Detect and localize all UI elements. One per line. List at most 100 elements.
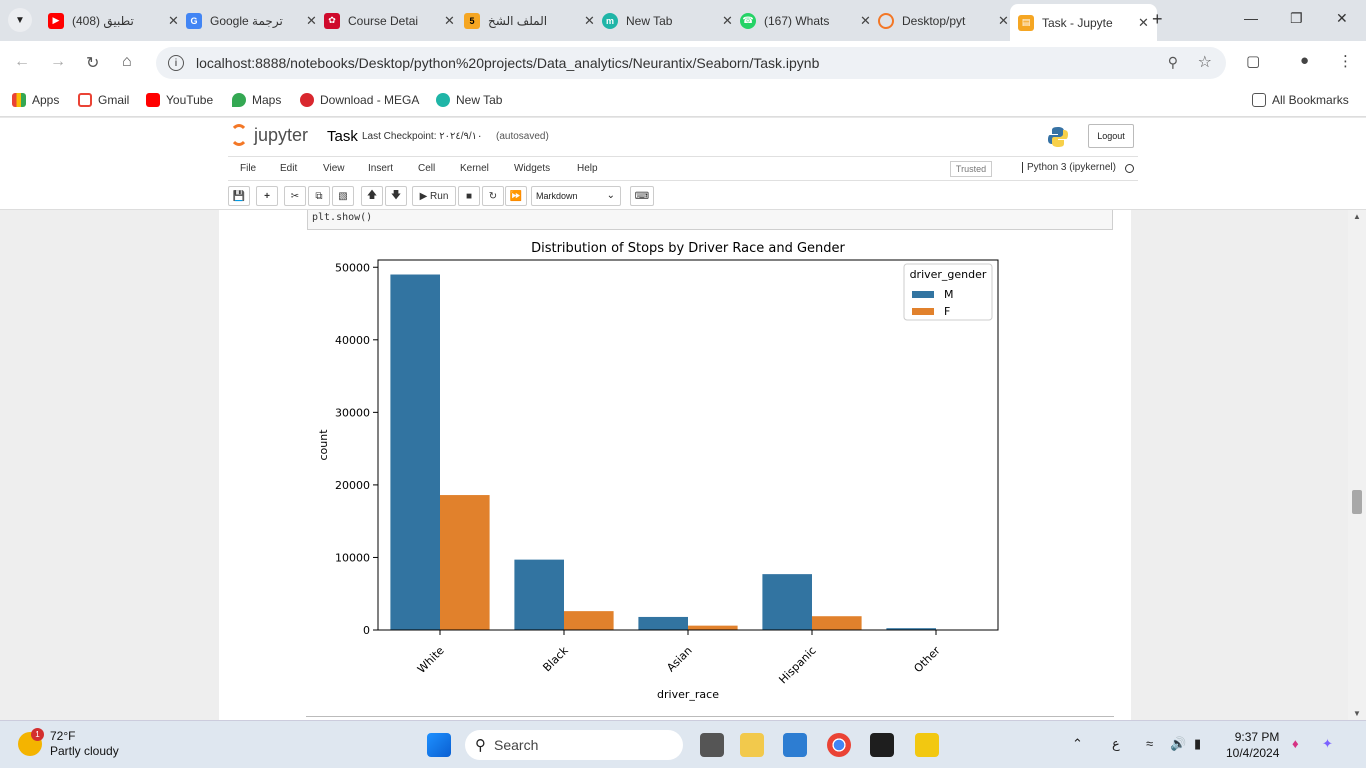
- menu-help[interactable]: Help: [577, 163, 598, 174]
- close-icon[interactable]: ✕: [860, 13, 871, 29]
- copilot-icon[interactable]: ✦: [1322, 736, 1333, 752]
- interrupt-button[interactable]: ■: [458, 186, 480, 206]
- close-window-icon[interactable]: ✕: [1336, 10, 1348, 27]
- python-logo-icon: [1048, 127, 1068, 147]
- bookmark-youtube[interactable]: YouTube: [146, 93, 213, 107]
- close-icon[interactable]: ✕: [584, 13, 595, 29]
- tab-desktop[interactable]: Desktop/pyt ✕: [878, 4, 1009, 37]
- folder-icon: [1252, 93, 1266, 107]
- zoom-icon[interactable]: ⚲: [1168, 54, 1178, 71]
- minimize-icon[interactable]: —: [1244, 10, 1258, 26]
- close-icon[interactable]: ✕: [168, 13, 179, 29]
- insert-cell-button[interactable]: +: [256, 186, 278, 206]
- scroll-up-icon[interactable]: ▲: [1353, 212, 1361, 221]
- notebook-title[interactable]: Task: [327, 128, 358, 145]
- tab-profile[interactable]: 5 الملف الشخ ✕: [464, 4, 595, 37]
- tab-task-jupyter[interactable]: ▤ Task - Jupyte ✕: [1010, 4, 1157, 41]
- menu-cell[interactable]: Cell: [418, 163, 435, 174]
- bookmark-mega[interactable]: Download - MEGA: [300, 93, 419, 107]
- tab-whatsapp[interactable]: ☎ (167) Whats ✕: [740, 4, 871, 37]
- task-view-icon[interactable]: [700, 733, 724, 757]
- reload-icon[interactable]: ↻: [86, 53, 99, 73]
- back-icon[interactable]: ←: [14, 53, 30, 71]
- jupyter-header: jupyter Task Last Checkpoint: ٢٠٢٤/٩/١٠ …: [0, 118, 1366, 210]
- close-icon[interactable]: ✕: [306, 13, 317, 29]
- code-cell[interactable]: plt.show(): [307, 210, 1113, 230]
- move-up-button[interactable]: 🡅: [361, 186, 383, 206]
- restore-icon[interactable]: ❐: [1290, 10, 1303, 27]
- taskbar-search[interactable]: ⚲ Search: [465, 730, 683, 760]
- close-icon[interactable]: ✕: [998, 13, 1009, 29]
- bookmark-apps[interactable]: Apps: [12, 93, 59, 107]
- move-down-button[interactable]: 🡇: [385, 186, 407, 206]
- cell-type-select[interactable]: Markdown ⌄: [531, 186, 621, 206]
- menu-edit[interactable]: Edit: [280, 163, 297, 174]
- extensions-icon[interactable]: ▢: [1246, 52, 1260, 70]
- menu-widgets[interactable]: Widgets: [514, 163, 550, 174]
- menu-kebab-icon[interactable]: ⋮: [1338, 52, 1353, 70]
- save-button[interactable]: 💾: [228, 186, 250, 206]
- volume-icon[interactable]: 🔊: [1170, 736, 1186, 752]
- tab-new-tab[interactable]: m New Tab ✕: [602, 4, 733, 37]
- chart-title: Distribution of Stops by Driver Race and…: [531, 241, 845, 256]
- file-explorer-icon[interactable]: [740, 733, 764, 757]
- power-bi-icon[interactable]: [915, 733, 939, 757]
- tab-google-translate[interactable]: G Google ترجمة ✕: [186, 4, 317, 37]
- paste-button[interactable]: ▧: [332, 186, 354, 206]
- autosaved-status: (autosaved): [496, 131, 549, 142]
- close-icon[interactable]: ✕: [722, 13, 733, 29]
- bookmark-new-tab[interactable]: New Tab: [436, 93, 502, 107]
- youtube-icon: [146, 93, 160, 107]
- address-bar[interactable]: i localhost:8888/notebooks/Desktop/pytho…: [156, 47, 1226, 79]
- url-text[interactable]: localhost:8888/notebooks/Desktop/python%…: [196, 55, 819, 71]
- jupyter-logo[interactable]: jupyter: [230, 124, 308, 146]
- input-language[interactable]: ع: [1112, 736, 1120, 752]
- run-button[interactable]: ▶ Run: [412, 186, 456, 206]
- restart-button[interactable]: ↻: [482, 186, 504, 206]
- store-icon[interactable]: [783, 733, 807, 757]
- terminal-icon[interactable]: [870, 733, 894, 757]
- bar-white-m: [390, 274, 440, 630]
- scissors-icon: ✂: [290, 190, 300, 202]
- menu-view[interactable]: View: [323, 163, 345, 174]
- tab-youtube[interactable]: ▶ (408) تطبيق ✕: [48, 4, 179, 37]
- bookmark-gmail[interactable]: Gmail: [78, 93, 129, 107]
- chrome-icon[interactable]: [827, 733, 851, 757]
- system-clock[interactable]: 9:37 PM 10/4/2024: [1226, 729, 1279, 761]
- site-info-icon[interactable]: i: [168, 55, 184, 71]
- wifi-icon[interactable]: ≈: [1146, 736, 1153, 751]
- command-palette-button[interactable]: ⌨: [630, 186, 654, 206]
- bookmark-maps[interactable]: Maps: [232, 93, 281, 107]
- weather-widget[interactable]: 1 72°F Partly cloudy: [18, 728, 119, 759]
- tab-search-button[interactable]: ▼: [8, 8, 32, 32]
- vertical-scrollbar[interactable]: ▲ ▼: [1348, 210, 1366, 720]
- huawei-icon: ✿: [324, 12, 340, 29]
- battery-icon[interactable]: ▮: [1194, 736, 1201, 752]
- kernel-name[interactable]: Python 3 (ipykernel): [1022, 162, 1116, 173]
- menu-file[interactable]: File: [240, 163, 256, 174]
- notifications-bell-icon[interactable]: ♦: [1292, 736, 1299, 751]
- scroll-down-icon[interactable]: ▼: [1353, 709, 1361, 718]
- scrollbar-thumb[interactable]: [1352, 490, 1362, 514]
- arrow-down-icon: 🡇: [390, 189, 402, 201]
- new-tab-button[interactable]: +: [1152, 9, 1163, 30]
- restart-run-all-button[interactable]: ⏩: [505, 186, 527, 206]
- bookmark-star-icon[interactable]: ☆: [1198, 52, 1212, 72]
- bar-hispanic-m: [762, 574, 812, 630]
- tab-course-details[interactable]: ✿ Course Detai ✕: [324, 4, 455, 37]
- trusted-badge[interactable]: Trusted: [950, 161, 992, 177]
- menu-kernel[interactable]: Kernel: [460, 163, 489, 174]
- logout-button[interactable]: Logout: [1088, 124, 1134, 148]
- start-menu-icon[interactable]: [427, 733, 451, 757]
- cut-button[interactable]: ✂: [284, 186, 306, 206]
- close-icon[interactable]: ✕: [1138, 15, 1149, 31]
- chevron-up-icon[interactable]: ⌃: [1072, 736, 1083, 752]
- y-tick-label: 50000: [335, 261, 370, 274]
- forward-icon[interactable]: →: [50, 53, 66, 71]
- copy-button[interactable]: ⧉: [308, 186, 330, 206]
- close-icon[interactable]: ✕: [444, 13, 455, 29]
- all-bookmarks[interactable]: All Bookmarks: [1252, 93, 1349, 107]
- profile-avatar-icon[interactable]: ●: [1300, 52, 1309, 69]
- home-icon[interactable]: ⌂: [122, 53, 132, 71]
- menu-insert[interactable]: Insert: [368, 163, 393, 174]
